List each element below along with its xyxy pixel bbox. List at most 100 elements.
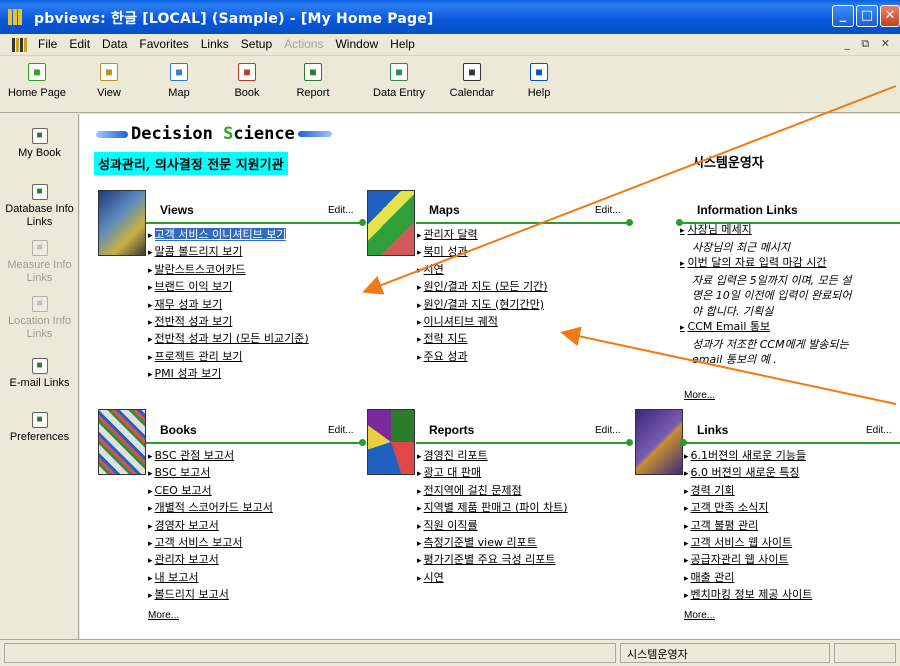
views-link-text: 발란스트스코어카드 bbox=[154, 262, 246, 276]
minimize-button[interactable]: _ bbox=[832, 5, 854, 27]
reports-link-item[interactable]: 측정기준별 view 리포트 bbox=[417, 535, 568, 552]
links-link-item[interactable]: 벤치마킹 정보 제공 사이트 bbox=[684, 587, 813, 604]
links-link-text: 벤치마킹 정보 제공 사이트 bbox=[690, 588, 813, 602]
title-bar[interactable]: pbviews: 한글 [LOCAL] (Sample) - [My Home … bbox=[0, 0, 900, 34]
maps-link-item[interactable]: 관리자 달력 bbox=[417, 227, 548, 244]
info-links-more-link[interactable]: More... bbox=[684, 390, 715, 401]
maps-link-item[interactable]: 북미 성과 bbox=[417, 244, 548, 261]
links-section-icon[interactable] bbox=[635, 409, 683, 475]
views-edit-link[interactable]: Edit... bbox=[328, 205, 354, 216]
info-link-title[interactable]: 이번 달의 자료 입력 마감 시간 bbox=[680, 255, 900, 273]
toolbar-map-button[interactable]: ■ Map bbox=[154, 61, 204, 99]
links-edit-link[interactable]: Edit... bbox=[866, 425, 892, 436]
links-link-item[interactable]: 공급자관리 웹 사이트 bbox=[684, 552, 812, 569]
maps-edit-link[interactable]: Edit... bbox=[595, 205, 621, 216]
views-section-icon[interactable] bbox=[98, 190, 146, 256]
links-link-item[interactable]: 매출 관리 bbox=[684, 570, 812, 587]
menu-edit[interactable]: Edit bbox=[69, 37, 90, 51]
views-link-item[interactable]: 발란스트스코어카드 bbox=[148, 262, 309, 279]
menu-favorites[interactable]: Favorites bbox=[139, 37, 188, 51]
sidebar-measure-info-links[interactable]: ■ Measure Info Links bbox=[0, 240, 79, 285]
toolbar-calendar-button[interactable]: ■ Calendar bbox=[440, 61, 504, 99]
maps-link-text: 전략 지도 bbox=[423, 332, 468, 346]
menu-setup[interactable]: Setup bbox=[241, 37, 272, 51]
links-link-item[interactable]: 경력 기회 bbox=[684, 483, 812, 500]
reports-link-item[interactable]: 시연 bbox=[417, 570, 568, 587]
reports-link-item[interactable]: 평가기준별 주요 극성 리포트 bbox=[417, 552, 568, 569]
reports-link-item[interactable]: 경영진 리포트 bbox=[417, 448, 568, 465]
maps-link-item[interactable]: 시연 bbox=[417, 262, 548, 279]
views-link-item[interactable]: 고객 서비스 이니셔티브 보기 bbox=[148, 227, 309, 244]
reports-link-item[interactable]: 직원 이직률 bbox=[417, 518, 568, 535]
books-link-item[interactable]: 개별적 스코어카드 보고서 bbox=[148, 500, 273, 517]
menu-window[interactable]: Window bbox=[335, 37, 378, 51]
books-link-item[interactable]: 관리자 보고서 bbox=[148, 552, 273, 569]
toolbar-view-button[interactable]: ■ View bbox=[84, 61, 134, 99]
maximize-button[interactable]: □ bbox=[856, 5, 878, 27]
books-section-icon[interactable] bbox=[98, 409, 146, 475]
info-link-title[interactable]: CCM Email 통보 bbox=[680, 319, 900, 337]
sidebar-preferences[interactable]: ■ Preferences bbox=[0, 412, 79, 444]
maps-section-icon[interactable] bbox=[367, 190, 415, 256]
toolbar-data-entry-button[interactable]: ■ Data Entry bbox=[364, 61, 434, 99]
reports-section-icon[interactable] bbox=[367, 409, 415, 475]
books-link-item[interactable]: BSC 관점 보고서 bbox=[148, 448, 273, 465]
books-link-item[interactable]: 내 보고서 bbox=[148, 570, 273, 587]
sidebar-database-info-links[interactable]: ■ Database Info Links bbox=[0, 184, 79, 229]
links-link-item[interactable]: 고객 서비스 웹 사이트 bbox=[684, 535, 812, 552]
views-link-item[interactable]: 브랜드 이익 보기 bbox=[148, 279, 309, 296]
books-link-item[interactable]: 고객 서비스 보고서 bbox=[148, 535, 273, 552]
info-link-title[interactable]: 사장님 메세지 bbox=[680, 222, 900, 240]
views-link-text: 재무 성과 보기 bbox=[154, 297, 223, 311]
reports-link-text: 지역별 제품 판매고 (파이 차트) bbox=[423, 501, 568, 515]
toolbar-label: Data Entry bbox=[373, 87, 425, 99]
sidebar-e-mail-links[interactable]: ■ E-mail Links bbox=[0, 358, 79, 390]
left-panel: ■ My Book ■ Database Info Links ■ Measure Inf… bbox=[0, 114, 79, 639]
maps-link-item[interactable]: 원인/결과 지도 (모든 기간) bbox=[417, 279, 548, 296]
views-link-item[interactable]: 재무 성과 보기 bbox=[148, 297, 309, 314]
toolbar-report-button[interactable]: ■ Report bbox=[284, 61, 342, 99]
views-link-item[interactable]: 전반적 성과 보기 bbox=[148, 314, 309, 331]
toolbar-book-button[interactable]: ■ Book bbox=[222, 61, 272, 99]
menu-file[interactable]: File bbox=[38, 37, 57, 51]
mdi-window-controls[interactable]: _ ⧉ ✕ bbox=[844, 37, 894, 51]
books-more-link[interactable]: More... bbox=[148, 610, 179, 621]
sidebar-location-info-links[interactable]: ■ Location Info Links bbox=[0, 296, 79, 341]
links-link-item[interactable]: 고객 불평 관리 bbox=[684, 518, 812, 535]
book-icon: ■ bbox=[238, 63, 256, 81]
links-more-link[interactable]: More... bbox=[684, 610, 715, 621]
menu-actions[interactable]: Actions bbox=[284, 37, 323, 51]
decision-science-logo: Decision Science bbox=[96, 124, 332, 144]
views-link-item[interactable]: PMI 성과 보기 bbox=[148, 366, 309, 383]
links-link-item[interactable]: 고객 만족 소식지 bbox=[684, 500, 812, 517]
books-link-item[interactable]: CEO 보고서 bbox=[148, 483, 273, 500]
views-link-item[interactable]: 프로젝트 관리 보기 bbox=[148, 349, 309, 366]
toolbar-help-button[interactable]: ■ Help bbox=[518, 61, 560, 99]
toolbar-home-page-button[interactable]: ■ Home Page bbox=[2, 61, 72, 99]
document-icon[interactable] bbox=[12, 38, 28, 55]
sidebar-my-book[interactable]: ■ My Book bbox=[0, 128, 79, 160]
links-link-item[interactable]: 6.1버젼의 새로운 기능들 bbox=[684, 448, 812, 465]
maps-link-item[interactable]: 원인/결과 지도 (현기간만) bbox=[417, 297, 548, 314]
books-edit-link[interactable]: Edit... bbox=[328, 425, 354, 436]
books-link-item[interactable]: 볼드리지 보고서 bbox=[148, 587, 273, 604]
reports-link-item[interactable]: 전지역에 걸친 문제점 bbox=[417, 483, 568, 500]
reports-link-item[interactable]: 광고 대 판매 bbox=[417, 465, 568, 482]
maps-link-item[interactable]: 주요 성과 bbox=[417, 349, 548, 366]
menu-data[interactable]: Data bbox=[102, 37, 127, 51]
menu-help[interactable]: Help bbox=[390, 37, 415, 51]
links-link-item[interactable]: 6.0 버젼의 새로운 특징 bbox=[684, 465, 812, 482]
maps-link-item[interactable]: 전략 지도 bbox=[417, 331, 548, 348]
books-link-item[interactable]: BSC 보고서 bbox=[148, 465, 273, 482]
books-link-item[interactable]: 경영자 보고서 bbox=[148, 518, 273, 535]
close-button[interactable]: ✕ bbox=[880, 5, 900, 27]
app-icon[interactable] bbox=[8, 9, 26, 25]
menu-links[interactable]: Links bbox=[201, 37, 229, 51]
home-icon: ■ bbox=[28, 63, 46, 81]
reports-edit-link[interactable]: Edit... bbox=[595, 425, 621, 436]
links-title: Links bbox=[697, 423, 729, 437]
reports-link-item[interactable]: 지역별 제품 판매고 (파이 차트) bbox=[417, 500, 568, 517]
maps-link-item[interactable]: 이니셔티브 궤적 bbox=[417, 314, 548, 331]
views-link-item[interactable]: 전반적 성과 보기 (모든 비교기준) bbox=[148, 331, 309, 348]
views-link-item[interactable]: 말콤 볼드리지 보기 bbox=[148, 244, 309, 261]
